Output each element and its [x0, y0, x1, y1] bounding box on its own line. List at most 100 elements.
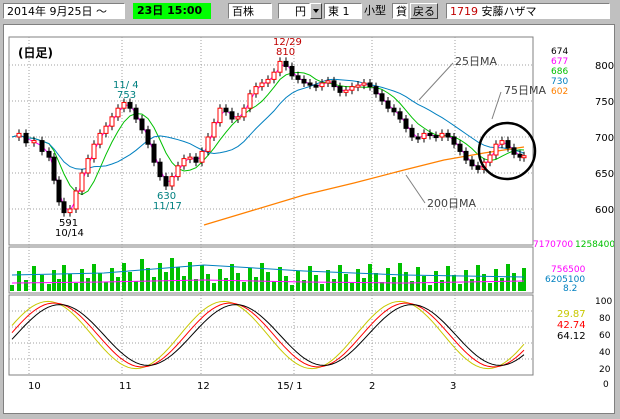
stock-code-field[interactable]: 1719 安藤ハザマ [446, 3, 610, 19]
candle-body [337, 86, 343, 93]
volume-bar [338, 265, 342, 291]
candle-body [439, 132, 445, 138]
candle-body [217, 107, 223, 124]
volume-bar [320, 284, 324, 291]
candle-body [145, 129, 151, 145]
candle-body [469, 159, 475, 167]
volume-bar [230, 264, 234, 291]
lend-field[interactable]: 貸 [392, 3, 408, 19]
volume-bar [278, 267, 282, 291]
price-tick-800: 800 [595, 61, 614, 72]
volume-value-0: 7170700 [533, 240, 573, 250]
candle-body [103, 125, 109, 134]
legend-value-3: 730 [551, 77, 568, 87]
candle-body [67, 208, 73, 214]
volume-bar [500, 278, 504, 291]
volume-bar [236, 273, 240, 291]
chevron-down-icon [313, 9, 319, 13]
candle-body [343, 89, 349, 93]
candle-body [163, 176, 169, 187]
candle-body [397, 111, 403, 120]
candle-body [133, 107, 139, 120]
volume-bar [368, 264, 372, 291]
stock-chart: (日足) 12/29 810 11/ 4 753 630 11/17 591 1… [4, 25, 615, 413]
volume-bar [362, 278, 366, 291]
volume-bar [522, 268, 526, 291]
volume-bar [398, 263, 402, 291]
back-button[interactable]: 戻る [410, 3, 438, 19]
volume-bar [17, 271, 21, 291]
currency-dropdown-button[interactable] [310, 3, 322, 19]
legend-value-4: 602 [551, 87, 568, 97]
volume-bar [32, 266, 36, 291]
currency-select[interactable]: 円 [278, 3, 310, 19]
volume-bar [80, 269, 84, 291]
ma200-label: 200日MA [427, 197, 476, 210]
volume-bar [452, 275, 456, 291]
volume-bar [326, 270, 330, 291]
candle-body [121, 101, 127, 109]
volume-bar [332, 279, 336, 291]
candle-body [277, 60, 283, 73]
volume-bar [110, 268, 114, 291]
candle-body [295, 75, 301, 80]
candle-body [517, 153, 523, 158]
stock-name: 安藤ハザマ [481, 5, 537, 18]
volume-bar [380, 282, 384, 291]
candle-body [521, 155, 527, 159]
candle-body [463, 150, 469, 161]
volume-bar [374, 273, 378, 291]
volume-bar [52, 270, 56, 291]
candle-body [205, 136, 211, 152]
candle-body [157, 161, 163, 178]
volume-bar [10, 285, 14, 291]
candle-body [427, 132, 433, 137]
candle-body [283, 60, 289, 67]
price-tick-600: 600 [595, 205, 614, 216]
candle-body [199, 150, 205, 163]
x-label-12: 12 [197, 381, 210, 392]
candle-body [23, 132, 29, 144]
volume-bar [512, 273, 516, 291]
candle-body [235, 116, 241, 120]
volume-bar [416, 267, 420, 291]
x-label-10: 10 [28, 381, 41, 392]
volume-bar [440, 280, 444, 291]
candle-body [61, 201, 67, 214]
volume-bar [206, 274, 210, 291]
volume-bar [194, 279, 198, 291]
volume-bar [24, 280, 28, 291]
x-label-15-1: 15/ 1 [277, 381, 303, 392]
candle-body [505, 140, 511, 149]
volume-bar [254, 277, 258, 291]
candle-body [265, 78, 271, 84]
volume-bar [494, 269, 498, 291]
volume-bar [488, 283, 492, 291]
market-select[interactable]: 東 1 [324, 3, 362, 19]
volume-bar [182, 276, 186, 291]
candle-body [31, 140, 37, 144]
legend-value-0: 674 [551, 47, 568, 57]
start-date-field[interactable]: 2014年 9月25日 ～ [3, 3, 125, 19]
end-date-field[interactable]: 23日 15:00 [133, 3, 211, 19]
unit-select[interactable]: 百株 [228, 3, 272, 19]
candle-body [127, 101, 133, 109]
osc-tick-80: 80 [599, 314, 611, 324]
peak1-value-label: 753 [117, 90, 136, 101]
low1-date-label: 10/14 [55, 228, 84, 239]
volume-value-1: 1258400 [575, 240, 614, 250]
volume-bar [308, 266, 312, 291]
price-tick-650: 650 [595, 169, 614, 180]
volume-bar [434, 271, 438, 291]
candle-body [511, 147, 517, 155]
volume-bar [152, 277, 156, 291]
candle-body [361, 82, 367, 86]
legend-value-1: 677 [551, 57, 568, 67]
price-tick-750: 750 [595, 97, 614, 108]
volume-bar [62, 265, 66, 291]
volume-bar [164, 272, 168, 291]
candle-body [73, 190, 79, 210]
osc-tick-0: 0 [603, 380, 609, 390]
volume-bar [260, 263, 264, 291]
volume-bar [470, 279, 474, 291]
